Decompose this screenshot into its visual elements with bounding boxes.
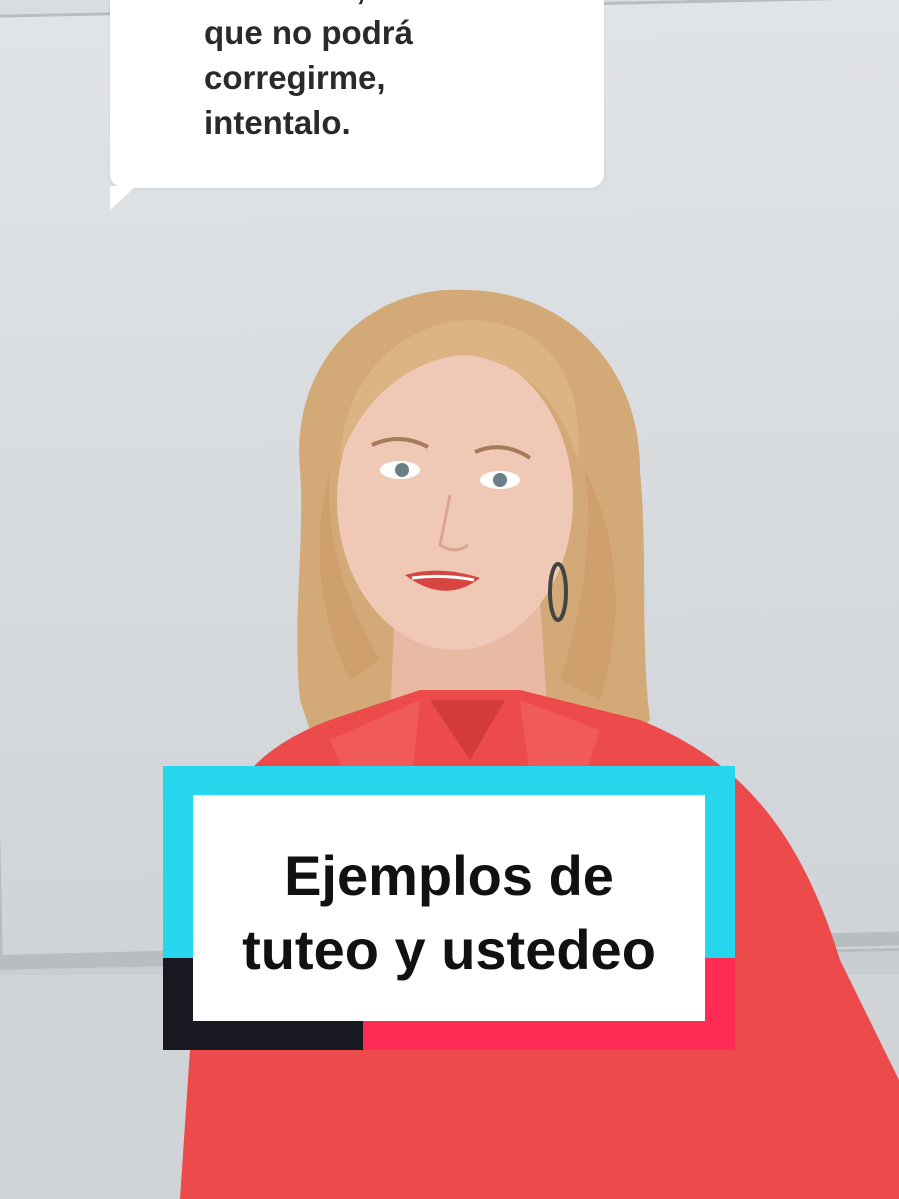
reply-comment-text: Literatura, creo que no podrá corregirme… (204, 0, 594, 145)
reply-comment-bubble: Literatura, creo que no podrá corregirme… (110, 0, 604, 188)
title-card: Ejemplos de tuteo y ustedeo (163, 766, 735, 1050)
video-title-line-2: tuteo y ustedeo (242, 918, 656, 981)
title-box: Ejemplos de tuteo y ustedeo (193, 795, 705, 1021)
video-frame: Literatura, creo que no podrá corregirme… (0, 0, 899, 1199)
bubble-tail (110, 186, 136, 210)
comment-line: corregirme, (204, 59, 386, 96)
comment-line: que no podrá (204, 14, 413, 51)
video-title-line-1: Ejemplos de (284, 844, 614, 907)
video-title: Ejemplos de tuteo y ustedeo (193, 839, 705, 987)
comment-line: intentalo. (204, 104, 351, 141)
comment-line: Literatura, creo (204, 0, 594, 10)
